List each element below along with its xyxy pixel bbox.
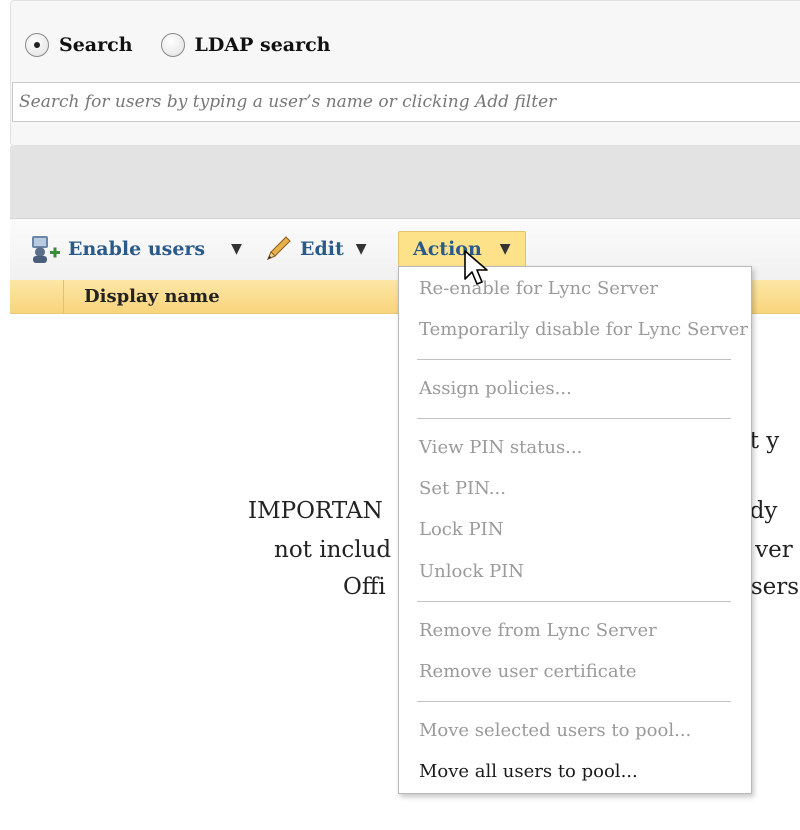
info-message-line: not includ <box>274 537 392 563</box>
search-mode-option[interactable]: Search <box>25 33 133 57</box>
action-button[interactable]: Action ▼ <box>398 231 526 267</box>
menu-item-temporarily-disable[interactable]: Temporarily disable for Lync Server <box>419 319 748 340</box>
search-radio-label: Search <box>59 34 133 56</box>
select-all-column[interactable] <box>10 280 64 314</box>
menu-item-set-pin[interactable]: Set PIN... <box>419 478 506 499</box>
caret-down-icon[interactable]: ▼ <box>500 241 511 257</box>
ldap-search-radio-label: LDAP search <box>194 34 331 56</box>
info-message-line: IMPORTAN <box>248 498 383 524</box>
mouse-cursor-icon <box>464 250 488 285</box>
ldap-search-radio[interactable] <box>160 33 185 57</box>
menu-item-view-pin-status[interactable]: View PIN status... <box>419 437 582 458</box>
menu-item-remove-user-certificate[interactable]: Remove user certificate <box>419 661 637 682</box>
pencil-icon <box>267 236 291 260</box>
edit-label: Edit <box>300 238 344 260</box>
enable-users-icon <box>32 236 60 263</box>
enable-users-button[interactable]: Enable users ▼ <box>28 233 242 265</box>
info-message-line: Offi <box>343 574 386 600</box>
menu-item-unlock-pin[interactable]: Unlock PIN <box>419 561 524 582</box>
menu-item-re-enable[interactable]: Re-enable for Lync Server <box>419 278 658 299</box>
menu-separator <box>417 418 731 419</box>
menu-item-remove-from-lync[interactable]: Remove from Lync Server <box>419 620 657 641</box>
action-menu: Re-enable for Lync Server Temporarily di… <box>398 266 752 794</box>
column-header-display-name[interactable]: Display name <box>84 286 220 307</box>
caret-down-icon[interactable]: ▼ <box>356 241 367 257</box>
search-radio[interactable] <box>25 33 49 57</box>
menu-item-assign-policies[interactable]: Assign policies... <box>419 378 572 399</box>
menu-separator <box>417 601 731 602</box>
menu-item-lock-pin[interactable]: Lock PIN <box>419 519 503 540</box>
user-search-input[interactable] <box>12 82 800 122</box>
menu-separator <box>417 701 731 702</box>
caret-down-icon[interactable]: ▼ <box>231 241 242 257</box>
search-mode-group: Search LDAP search <box>25 33 358 57</box>
menu-separator <box>417 359 731 360</box>
ldap-search-option[interactable]: LDAP search <box>160 33 331 57</box>
edit-button[interactable]: Edit ▼ <box>262 233 367 265</box>
filter-area <box>10 146 800 218</box>
menu-item-move-all-users[interactable]: Move all users to pool... <box>419 761 638 782</box>
menu-item-move-selected-users[interactable]: Move selected users to pool... <box>419 720 691 741</box>
enable-users-label: Enable users <box>68 238 206 260</box>
search-panel: Search LDAP search <box>10 0 800 146</box>
